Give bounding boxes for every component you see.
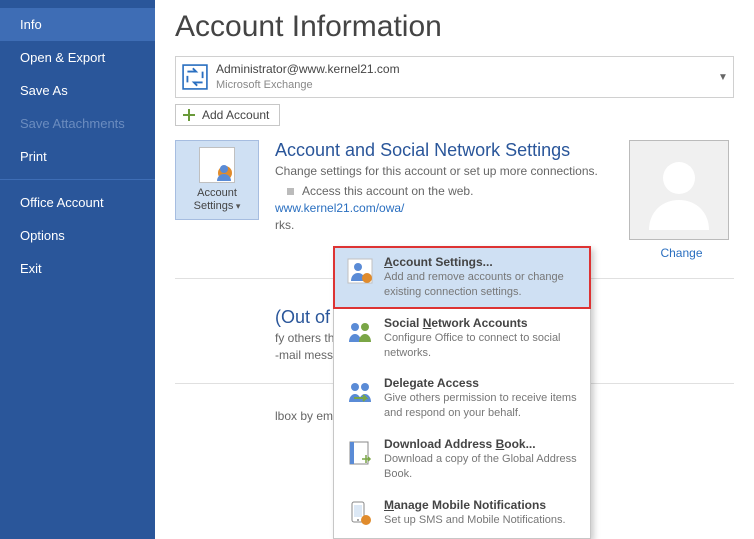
avatar-placeholder-icon bbox=[639, 150, 719, 230]
bullet-web-access: Access this account on the web. bbox=[275, 184, 619, 198]
dropdown-item-desc: Give others permission to receive items … bbox=[384, 391, 580, 421]
change-photo-link[interactable]: Change bbox=[629, 246, 734, 260]
social-icon bbox=[344, 316, 376, 348]
sidebar-item-save-as[interactable]: Save As bbox=[0, 74, 155, 107]
dropdown-item-mobile[interactable]: Manage Mobile NotificationsSet up SMS an… bbox=[334, 490, 590, 538]
section-heading-account-social: Account and Social Network Settings bbox=[275, 140, 619, 161]
dropdown-item-desc: Set up SMS and Mobile Notifications. bbox=[384, 513, 566, 528]
dropdown-item-title: Manage Mobile Notifications bbox=[384, 498, 566, 512]
account-settings-caption: AccountSettings bbox=[194, 187, 241, 213]
page-title: Account Information bbox=[175, 10, 734, 44]
dropdown-item-desc: Add and remove accounts or change existi… bbox=[384, 270, 580, 300]
account-settings-button[interactable]: AccountSettings bbox=[175, 140, 259, 220]
dropdown-item-title: Download Address Book... bbox=[384, 437, 580, 451]
dropdown-item-social[interactable]: Social Network AccountsConfigure Office … bbox=[334, 308, 590, 369]
dropdown-item-title: Delegate Access bbox=[384, 376, 580, 390]
sidebar-separator bbox=[0, 179, 155, 180]
backstage-sidebar: Info Open & Export Save As Save Attachme… bbox=[0, 0, 155, 539]
sidebar-item-office-account[interactable]: Office Account bbox=[0, 186, 155, 219]
sidebar-item-exit[interactable]: Exit bbox=[0, 252, 155, 285]
addressbook-icon bbox=[344, 437, 376, 469]
account-dropdown-arrow[interactable]: ▼ bbox=[713, 72, 733, 83]
sidebar-item-save-attachments: Save Attachments bbox=[0, 107, 155, 140]
sidebar-item-info[interactable]: Info bbox=[0, 8, 155, 41]
trailing-text-1: rks. bbox=[275, 217, 619, 234]
mobile-icon bbox=[344, 498, 376, 530]
account-email: Administrator@www.kernel21.com bbox=[216, 62, 713, 78]
account-settings-dropdown: Account Settings...Add and remove accoun… bbox=[333, 246, 591, 539]
exchange-icon bbox=[182, 64, 208, 90]
delegate-icon bbox=[344, 376, 376, 408]
dropdown-item-title: Account Settings... bbox=[384, 255, 580, 269]
plus-icon bbox=[182, 108, 196, 122]
dropdown-item-addressbook[interactable]: Download Address Book...Download a copy … bbox=[334, 429, 590, 490]
main-content: Account Information Administrator@www.ke… bbox=[155, 0, 754, 539]
dropdown-item-delegate[interactable]: Delegate AccessGive others permission to… bbox=[334, 368, 590, 429]
dropdown-item-title: Social Network Accounts bbox=[384, 316, 580, 330]
dropdown-item-account[interactable]: Account Settings...Add and remove accoun… bbox=[334, 247, 590, 308]
owa-link-row: www.kernel21.com/owa/ bbox=[275, 198, 619, 217]
bullet-icon bbox=[287, 188, 294, 195]
account-selector[interactable]: Administrator@www.kernel21.com Microsoft… bbox=[175, 56, 734, 98]
owa-link[interactable]: www.kernel21.com/owa/ bbox=[275, 200, 404, 217]
account-icon bbox=[344, 255, 376, 287]
add-account-button[interactable]: Add Account bbox=[175, 104, 280, 126]
account-avatar bbox=[629, 140, 729, 240]
add-account-label: Add Account bbox=[202, 108, 269, 122]
account-type: Microsoft Exchange bbox=[216, 78, 713, 92]
dropdown-item-desc: Configure Office to connect to social ne… bbox=[384, 331, 580, 361]
sidebar-item-options[interactable]: Options bbox=[0, 219, 155, 252]
account-text: Administrator@www.kernel21.com Microsoft… bbox=[216, 62, 713, 92]
section-desc: Change settings for this account or set … bbox=[275, 163, 619, 180]
sidebar-item-print[interactable]: Print bbox=[0, 140, 155, 173]
account-settings-glyph bbox=[199, 147, 235, 183]
dropdown-item-desc: Download a copy of the Global Address Bo… bbox=[384, 452, 580, 482]
sidebar-item-open-export[interactable]: Open & Export bbox=[0, 41, 155, 74]
